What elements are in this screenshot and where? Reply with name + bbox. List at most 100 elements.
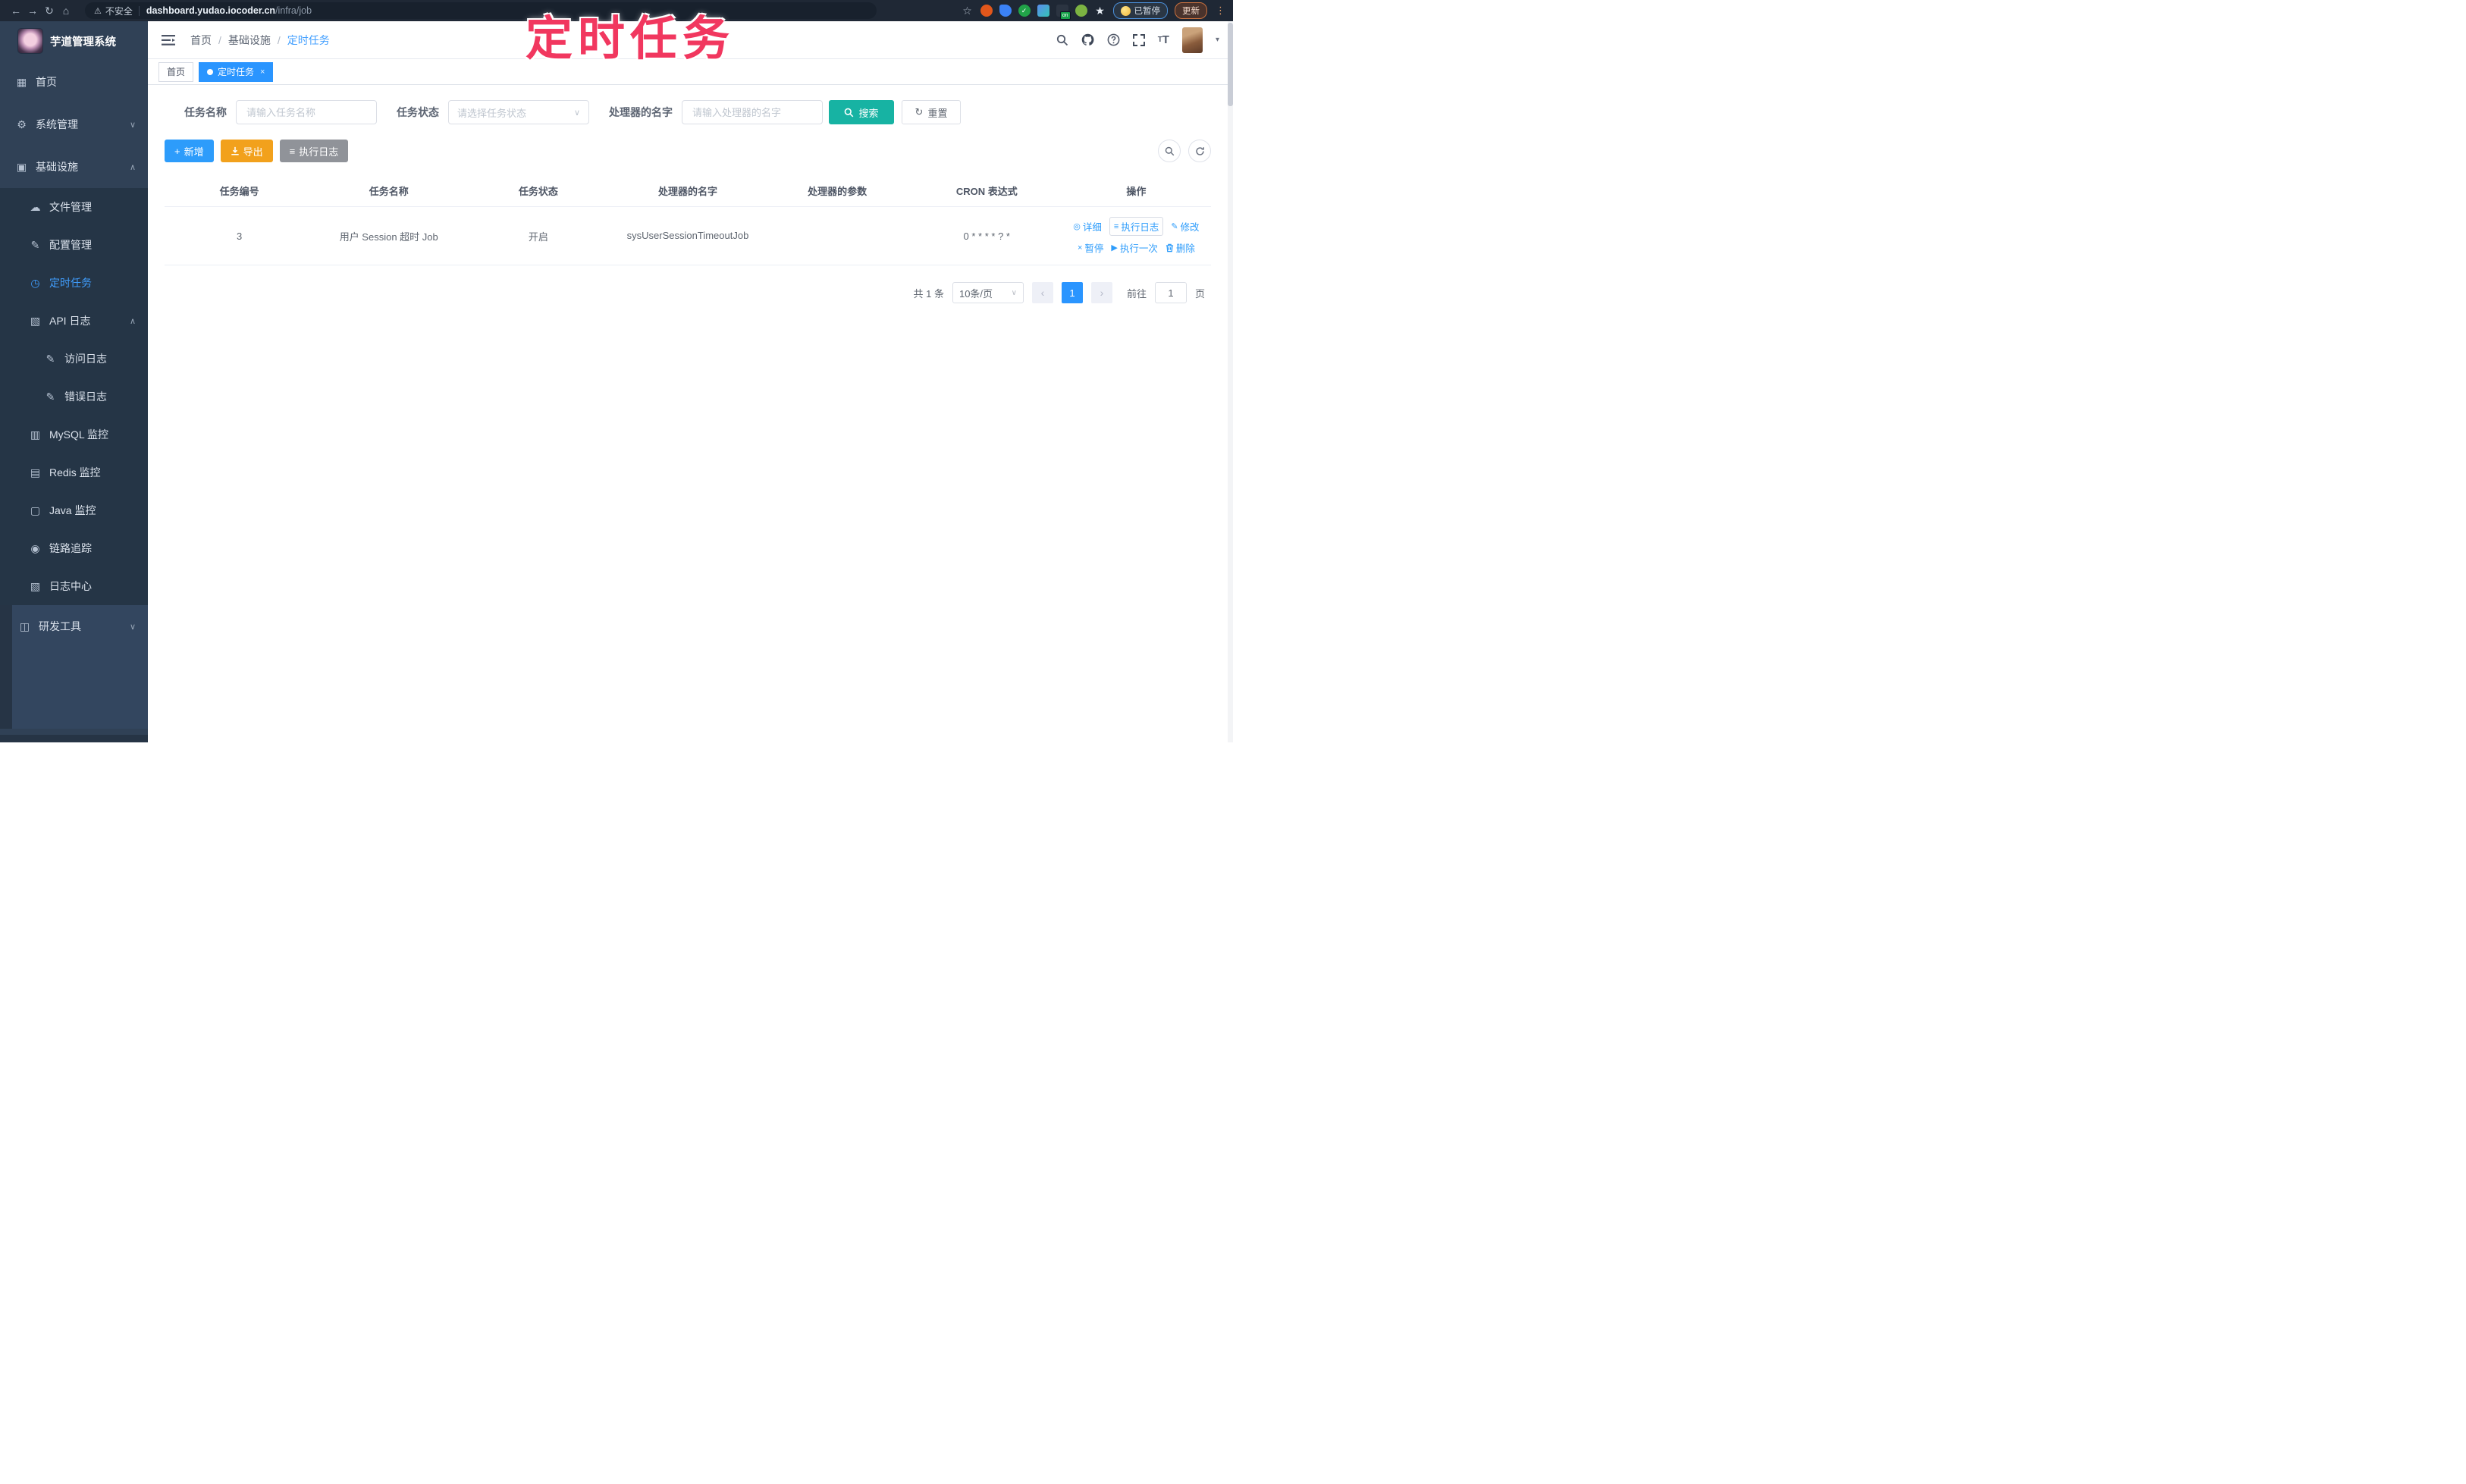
browser-home-icon[interactable]: ⌂ [58, 5, 74, 17]
row-exec-log-link[interactable]: ≡ 执行日志 [1109, 217, 1164, 236]
timer-icon: ◷ [30, 276, 40, 289]
app-logo[interactable]: 芋道管理系统 [0, 21, 148, 61]
refresh-table-button[interactable] [1188, 140, 1211, 162]
sidebar-item-access-log[interactable]: ✎ 访问日志 [0, 340, 148, 378]
address-bar[interactable]: ⚠ 不安全 dashboard.yudao.iocoder.cn /infra/… [85, 2, 877, 19]
goto-suffix: 页 [1194, 287, 1205, 300]
page-scrollbar[interactable] [1228, 21, 1233, 742]
profile-avatar-emoji [1120, 5, 1131, 16]
next-page-button[interactable]: › [1090, 282, 1112, 303]
col-job-id: 任务编号 [219, 185, 259, 197]
sidebar-item-mysql-monitor[interactable]: ▥ MySQL 监控 [0, 416, 148, 453]
extension-icon-multicolor[interactable] [1037, 5, 1049, 17]
security-label: 不安全 [105, 5, 133, 17]
menu-fold-icon[interactable] [162, 34, 175, 46]
sidebar-item-label: MySQL 监控 [49, 428, 109, 441]
sidebar-item-log-center[interactable]: ▧ 日志中心 [0, 567, 148, 605]
cell-actions: ◎ 详细 ≡ 执行日志 ✎ 修改 × 暂停 ▶ 执行一次 删除 [1062, 217, 1211, 255]
font-size-icon[interactable]: TT [1158, 34, 1169, 45]
extension-icon-dark[interactable]: on [1056, 5, 1071, 20]
sidebar-item-file-management[interactable]: ☁ 文件管理 [0, 188, 148, 226]
page-number-active[interactable]: 1 [1061, 282, 1083, 303]
table-toolbar: + 新增 导出 ≡ 执行日志 [165, 140, 1211, 162]
profile-paused-badge[interactable]: 已暂停 [1112, 2, 1168, 19]
browser-forward-icon[interactable]: → [24, 5, 41, 17]
sidebar-item-label: 定时任务 [49, 277, 92, 289]
sidebar-item-tracing[interactable]: ◉ 链路追踪 [0, 529, 148, 567]
sidebar-item-java-monitor[interactable]: ▢ Java 监控 [0, 491, 148, 529]
add-button[interactable]: + 新增 [165, 140, 214, 162]
sidebar-item-redis-monitor[interactable]: ▤ Redis 监控 [0, 453, 148, 491]
sidebar-footer-strip [0, 735, 148, 742]
extension-icon-blue[interactable] [999, 5, 1012, 17]
extension-icon-white-star[interactable]: ★ [1094, 5, 1106, 17]
breadcrumb-separator: / [277, 33, 281, 46]
fullscreen-icon[interactable] [1132, 33, 1145, 46]
bookmark-star-icon[interactable]: ☆ [962, 5, 974, 17]
reset-button[interactable]: ↻ 重置 [902, 100, 961, 124]
sidebar-item-scheduled-jobs[interactable]: ◷ 定时任务 [0, 264, 148, 302]
goto-label: 前往 [1126, 287, 1147, 300]
handler-name-input[interactable] [691, 105, 814, 119]
tab-close-icon[interactable]: × [260, 67, 265, 77]
export-button[interactable]: 导出 [220, 140, 273, 162]
edit-link[interactable]: ✎ 修改 [1171, 219, 1199, 234]
search-button[interactable]: 搜索 [829, 100, 894, 124]
job-name-input[interactable] [245, 105, 368, 119]
scrollbar-thumb[interactable] [1228, 23, 1233, 106]
sidebar-lower-band: ◫ 研发工具 ∨ [0, 605, 148, 729]
col-handler-name: 处理器的名字 [657, 185, 717, 197]
sidebar-item-api-log[interactable]: ▧ API 日志 ∧ [0, 302, 148, 340]
col-job-status: 任务状态 [518, 185, 558, 197]
sidebar-item-label: 错误日志 [64, 391, 107, 403]
tab-label: 定时任务 [218, 67, 255, 77]
exec-log-button-label: 执行日志 [299, 146, 339, 158]
browser-update-button[interactable]: 更新 [1175, 2, 1207, 19]
user-avatar[interactable] [1181, 27, 1203, 53]
exec-log-button[interactable]: ≡ 执行日志 [279, 140, 349, 162]
prev-page-button[interactable]: ‹ [1031, 282, 1053, 303]
sidebar-item-home[interactable]: ▦ 首页 [0, 61, 148, 103]
caret-down-icon[interactable]: ▾ [1216, 36, 1219, 44]
job-status-select[interactable]: 请选择任务状态 ∨ [448, 100, 589, 124]
cloud-upload-icon: ☁ [30, 200, 41, 213]
delete-link[interactable]: 删除 [1166, 240, 1195, 255]
browser-back-icon[interactable]: ← [8, 5, 24, 17]
run-once-link[interactable]: ▶ 执行一次 [1111, 240, 1157, 255]
sidebar-item-config-management[interactable]: ✎ 配置管理 [0, 226, 148, 264]
detail-link[interactable]: ◎ 详细 [1073, 219, 1102, 234]
plus-icon: + [174, 145, 180, 157]
close-icon: × [1077, 243, 1083, 253]
browser-reload-icon[interactable]: ↻ [41, 5, 58, 17]
cell-job-status: 开启 [528, 231, 548, 243]
extension-icon-green-check[interactable]: ✓ [1018, 5, 1031, 17]
app-title: 芋道管理系统 [50, 36, 116, 49]
breadcrumb-home[interactable]: 首页 [190, 33, 212, 48]
page-size-select[interactable]: 10条/页 ∨ [952, 282, 1024, 303]
help-icon[interactable] [1107, 33, 1120, 46]
tab-scheduled-jobs[interactable]: 定时任务 × [199, 61, 274, 82]
page-header: 首页 / 基础设施 / 定时任务 TT ▾ [148, 21, 1233, 59]
pause-link[interactable]: × 暂停 [1078, 240, 1103, 255]
goto-page-input[interactable] [1154, 282, 1187, 303]
extension-icon-orange[interactable] [980, 5, 993, 17]
tags-view-bar: 首页 定时任务 × [148, 59, 1233, 85]
breadcrumb-infra[interactable]: 基础设施 [228, 33, 271, 48]
sidebar-item-system[interactable]: ⚙ 系统管理 ∨ [0, 103, 148, 146]
breadcrumb: 首页 / 基础设施 / 定时任务 [190, 33, 330, 48]
tab-home[interactable]: 首页 [158, 61, 194, 82]
sidebar-item-label: 研发工具 [39, 620, 81, 632]
export-button-label: 导出 [243, 146, 263, 158]
browser-menu-kebab-icon[interactable]: ⋮ [1216, 5, 1225, 17]
sidebar-item-label: 配置管理 [49, 239, 92, 251]
sidebar-item-infra[interactable]: ▣ 基础设施 ∧ [0, 146, 148, 188]
url-divider [138, 5, 140, 16]
github-icon[interactable] [1081, 33, 1094, 46]
sidebar-item-dev-tools[interactable]: ◫ 研发工具 ∨ [12, 605, 148, 648]
extension-icon-leaf[interactable] [1075, 5, 1087, 17]
header-actions: TT ▾ [1056, 27, 1219, 53]
show-search-toggle-button[interactable] [1158, 140, 1181, 162]
sidebar-item-error-log[interactable]: ✎ 错误日志 [0, 378, 148, 416]
search-icon[interactable] [1056, 34, 1068, 46]
jobs-table: 任务编号 任务名称 任务状态 处理器的名字 处理器的参数 CRON 表达式 操作… [165, 174, 1211, 265]
